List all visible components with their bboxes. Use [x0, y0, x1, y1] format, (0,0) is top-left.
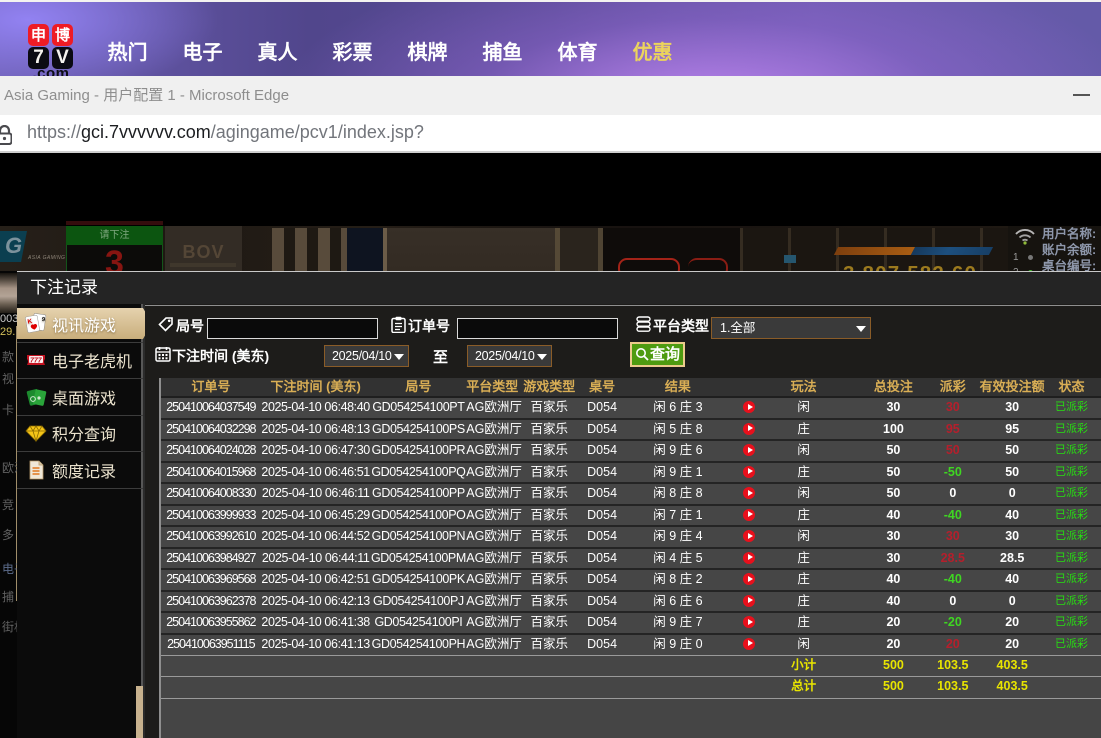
svg-text:777: 777 — [30, 358, 43, 365]
